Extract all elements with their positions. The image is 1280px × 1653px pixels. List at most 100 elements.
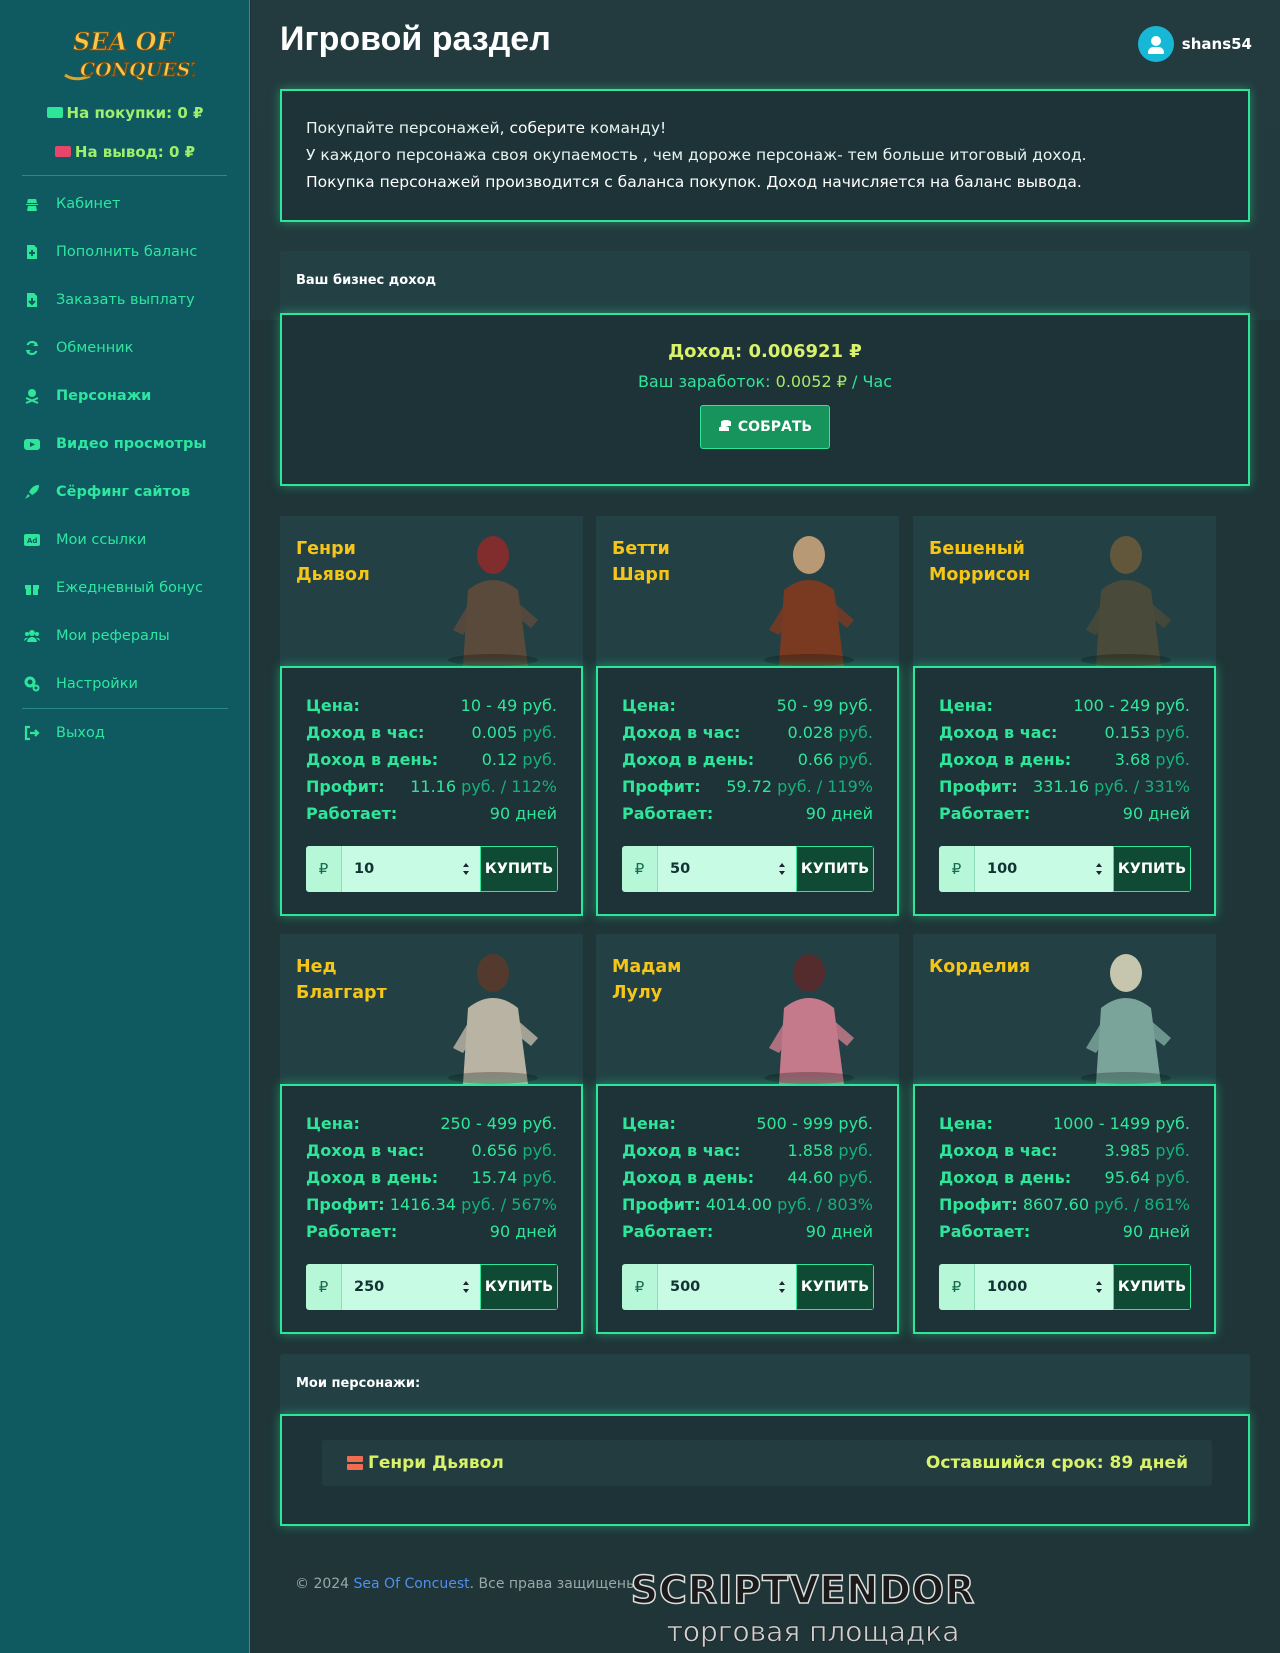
works-value: 90 дней (805, 804, 873, 823)
sidebar-item-label: Выход (56, 725, 105, 741)
works-value: 90 дней (1122, 1222, 1190, 1241)
my-character-item: Генри Дьявол Оставшийся срок: 89 дней (322, 1440, 1212, 1486)
balance-purchases-text: На покупки: 0 ₽ (66, 104, 204, 122)
user-secret-icon (26, 199, 38, 211)
sidebar-item-label: Обменник (56, 340, 134, 356)
character-name: Бешеный Моррисон (929, 539, 1031, 585)
file-download-icon (27, 293, 37, 307)
spinner-arrows-icon[interactable] (778, 1280, 786, 1294)
buy-button[interactable]: КУПИТЬ (796, 846, 874, 892)
sidebar-item-label: Заказать выплату (56, 292, 195, 308)
character-card: Генри Дьявол Цена: 10 - 49 руб. Доход в ч… (280, 516, 583, 928)
quantity-stepper[interactable]: 10 (342, 846, 480, 892)
character-portrait (448, 536, 538, 666)
income-hour-value: 0.005 руб. (471, 723, 557, 742)
spinner-arrows-icon[interactable] (462, 1280, 470, 1294)
sidebar-item-referrals[interactable]: Мои рефералы (0, 612, 250, 660)
spinner-arrows-icon[interactable] (778, 862, 786, 876)
price-value: 1000 - 1499 руб. (1052, 1114, 1190, 1133)
logo-line1: SEA OF (73, 27, 176, 56)
price-value: 500 - 999 руб. (756, 1114, 873, 1133)
price-value: 10 - 49 руб. (460, 696, 557, 715)
buy-form: ₽ 1000 КУПИТЬ (939, 1264, 1191, 1310)
sidebar-item-cabinet[interactable]: Кабинет (0, 180, 250, 228)
scriptvendor-watermark: SCRIPTVENDOR торговая площадка (630, 1567, 975, 1648)
character-stats: Цена: 500 - 999 руб. Доход в час: 1.858 ру… (596, 1084, 899, 1334)
character-header: Бетти Шарп (596, 516, 899, 666)
sidebar-item-links[interactable]: Ad Мои ссылки (0, 516, 250, 564)
main-content: Игровой раздел shans54 Покупайте персона… (251, 0, 1280, 1653)
info-line1: Покупайте персонажей, соберите команду! (306, 119, 667, 137)
works-value: 90 дней (805, 1222, 873, 1241)
sea-of-conquest-logo[interactable]: SEA OF CONQUEST (55, 20, 195, 90)
buy-button[interactable]: КУПИТЬ (480, 1264, 558, 1310)
gift-icon (25, 585, 39, 595)
quantity-stepper[interactable]: 100 (975, 846, 1113, 892)
character-card: Бешеный Моррисон Цена: 100 - 249 руб. Дох… (913, 516, 1216, 928)
quantity-stepper[interactable]: 250 (342, 1264, 480, 1310)
buy-form: ₽ 50 КУПИТЬ (622, 846, 874, 892)
sidebar-item-daily-bonus[interactable]: Ежедневный бонус (0, 564, 250, 612)
watermark-line2: торговая площадка (667, 1615, 960, 1648)
ruble-addon: ₽ (939, 846, 975, 892)
sidebar-item-payout[interactable]: Заказать выплату (0, 276, 250, 324)
info-panel: Покупайте персонажей, соберите команду! … (280, 89, 1250, 222)
buy-button[interactable]: КУПИТЬ (1113, 846, 1191, 892)
logo-line2: CONQUEST (80, 59, 195, 81)
price-value: 250 - 499 руб. (440, 1114, 557, 1133)
sign-out-icon (24, 725, 40, 741)
my-characters-header: Мои персонажи: (280, 1354, 1250, 1416)
sidebar-item-deposit[interactable]: Пополнить баланс (0, 228, 250, 276)
character-card: Корделия Цена: 1000 - 1499 руб. Доход в ч… (913, 934, 1216, 1346)
money-bill-icon (46, 107, 63, 118)
sidebar-item-surfing[interactable]: Сёрфинг сайтов (0, 468, 250, 516)
business-income-header: Ваш бизнес доход (280, 251, 1250, 313)
sidebar-item-label: Видео просмотры (56, 436, 207, 452)
character-name: Бетти Шарп (612, 539, 671, 585)
quantity-stepper[interactable]: 50 (658, 846, 796, 892)
user-menu[interactable]: shans54 (1137, 26, 1252, 62)
buy-form: ₽ 250 КУПИТЬ (306, 1264, 558, 1310)
spinner-arrows-icon[interactable] (1095, 1280, 1103, 1294)
buy-button[interactable]: КУПИТЬ (1113, 1264, 1191, 1310)
spinner-arrows-icon[interactable] (462, 862, 470, 876)
business-income-panel: Доход: 0.006921 ₽ Ваш заработок: 0.0052 … (280, 313, 1250, 486)
info-line2: У каждого персонажа своя окупаемость , ч… (306, 146, 1087, 164)
footer-site-link[interactable]: Sea Of Concuest (354, 1576, 470, 1592)
ruble-addon: ₽ (622, 1264, 658, 1310)
quantity-stepper[interactable]: 500 (658, 1264, 796, 1310)
sidebar-divider (22, 175, 227, 176)
buy-button[interactable]: КУПИТЬ (480, 846, 558, 892)
sidebar-item-settings[interactable]: Настройки (0, 660, 250, 708)
character-portrait (764, 536, 854, 666)
spinner-arrows-icon[interactable] (1095, 862, 1103, 876)
youtube-icon (24, 439, 40, 450)
sidebar-item-exchange[interactable]: Обменник (0, 324, 250, 372)
character-stats: Цена: 50 - 99 руб. Доход в час: 0.028 руб.… (596, 666, 899, 916)
avatar[interactable] (1137, 26, 1174, 62)
my-characters-panel: Генри Дьявол Оставшийся срок: 89 дней (280, 1414, 1250, 1526)
income-hour-value: 3.985 руб. (1104, 1141, 1190, 1160)
balance-withdraw-text: На вывод: 0 ₽ (74, 143, 196, 161)
income-day-value: 15.74 руб. (471, 1168, 557, 1187)
balance-purchases: На покупки: 0 ₽ (0, 104, 250, 122)
sidebar-item-label: Кабинет (56, 196, 121, 212)
income-day-value: 0.66 руб. (797, 750, 873, 769)
profit-value: 4014.00 руб. / 803% (705, 1195, 873, 1214)
income-hour-value: 1.858 руб. (787, 1141, 873, 1160)
sidebar-item-logout[interactable]: Выход (0, 709, 250, 757)
collect-button[interactable]: СОБРАТЬ (700, 405, 830, 449)
quantity-stepper[interactable]: 1000 (975, 1264, 1113, 1310)
coins-icon (718, 420, 731, 431)
username[interactable]: shans54 (1182, 35, 1252, 53)
income-day-value: 0.12 руб. (481, 750, 557, 769)
character-header: Генри Дьявол (280, 516, 583, 666)
sidebar-item-label: Ежедневный бонус (56, 580, 203, 596)
profit-value: 1416.34 руб. / 567% (389, 1195, 557, 1214)
users-icon (24, 630, 40, 642)
sidebar-item-videos[interactable]: Видео просмотры (0, 420, 250, 468)
profit-value: 59.72 руб. / 119% (726, 777, 873, 796)
sidebar-item-characters[interactable]: Персонажи (0, 372, 250, 420)
buy-button[interactable]: КУПИТЬ (796, 1264, 874, 1310)
balance-withdraw: На вывод: 0 ₽ (0, 143, 250, 161)
